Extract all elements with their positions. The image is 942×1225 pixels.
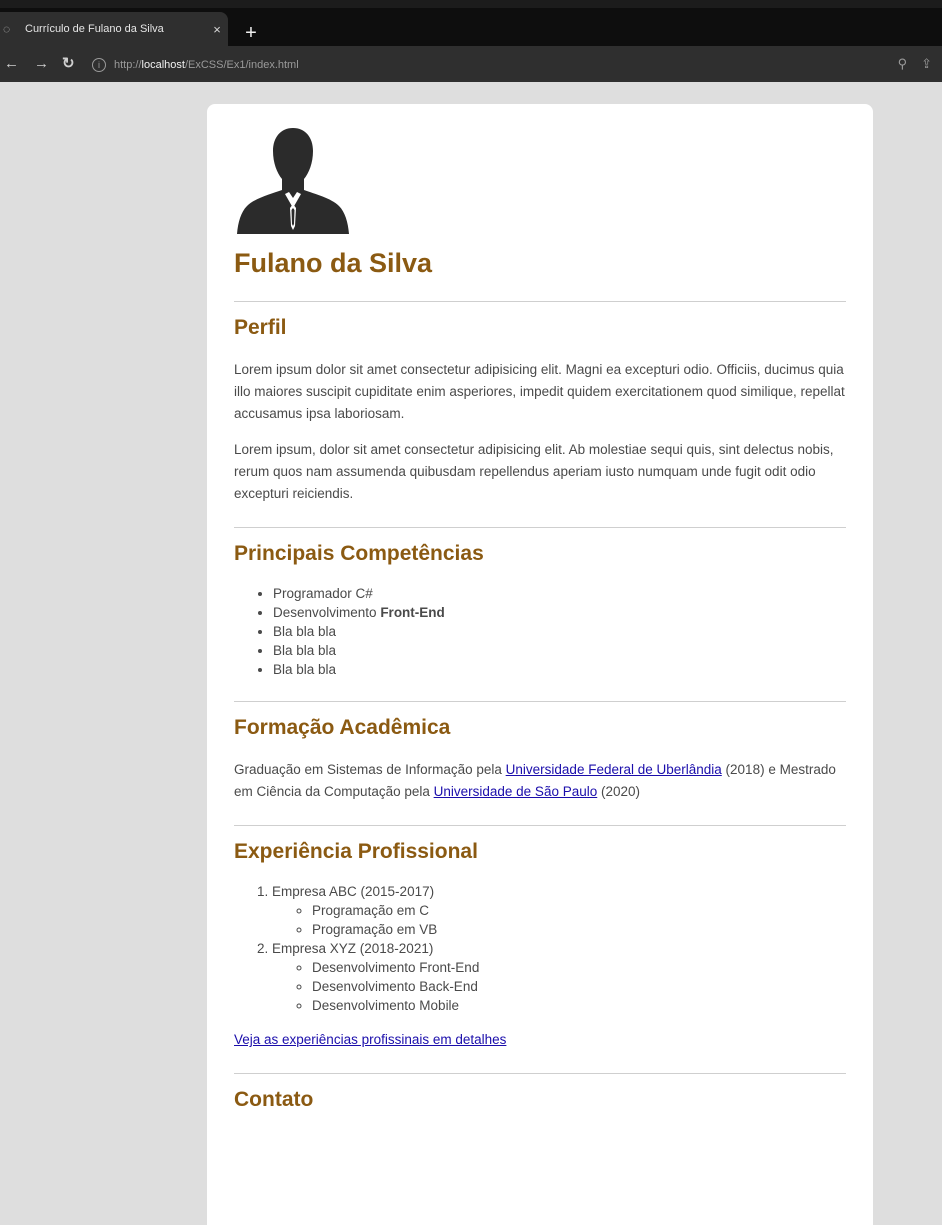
list-item: Desenvolvimento Mobile xyxy=(312,996,846,1015)
list-item: Desenvolvimento Front-End xyxy=(273,603,846,622)
list-item: Desenvolvimento Back-End xyxy=(312,977,846,996)
resume-card: Fulano da Silva Perfil Lorem ipsum dolor… xyxy=(207,104,873,1225)
perfil-section: Perfil Lorem ipsum dolor sit amet consec… xyxy=(234,316,846,505)
url-path: /ExCSS/Ex1/index.html xyxy=(184,59,299,71)
info-icon[interactable]: i xyxy=(92,58,106,72)
list-item-text: Desenvolvimento xyxy=(273,605,381,620)
formacao-heading: Formação Acadêmica xyxy=(234,716,451,739)
divider xyxy=(234,527,846,528)
job-label: Empresa XYZ (2018-2021) xyxy=(272,941,434,956)
url-host: localhost xyxy=(141,59,185,71)
experiencia-section: Experiência Profissional Empresa ABC (20… xyxy=(234,840,846,1051)
formacao-section: Formação Acadêmica Graduação em Sistemas… xyxy=(234,716,846,803)
competencias-heading: Principais Competências xyxy=(234,542,484,565)
tab-close-icon[interactable]: × xyxy=(206,22,228,37)
contato-section: Contato xyxy=(234,1088,846,1112)
job-label: Empresa ABC (2015-2017) xyxy=(272,884,435,899)
forward-arrow-icon[interactable]: → xyxy=(34,54,49,74)
job-item: Empresa ABC (2015-2017) Programação em C… xyxy=(272,882,846,939)
zoom-icon[interactable]: ⚲ xyxy=(898,56,908,72)
share-icon[interactable]: ⇪ xyxy=(921,56,932,72)
contato-heading: Contato xyxy=(234,1088,314,1111)
perfil-heading: Perfil xyxy=(234,316,287,339)
person-name: Fulano da Silva xyxy=(234,248,433,278)
formacao-text-1: Graduação em Sistemas de Informação pela xyxy=(234,762,506,777)
list-item: Bla bla bla xyxy=(273,622,846,641)
person-silhouette-icon xyxy=(237,128,349,234)
formacao-text-3: (2020) xyxy=(597,784,641,799)
skills-list: Programador C# Desenvolvimento Front-End… xyxy=(234,584,846,679)
list-item: Programação em VB xyxy=(312,920,846,939)
usp-link[interactable]: Universidade de São Paulo xyxy=(434,784,598,799)
divider xyxy=(234,825,846,826)
address-bar[interactable]: i http://localhost/ExCSS/Ex1/index.html xyxy=(92,54,912,76)
details-paragraph: Veja as experiências profissinais em det… xyxy=(234,1029,846,1051)
list-item-bold: Front-End xyxy=(380,605,445,620)
perfil-paragraph-2: Lorem ipsum, dolor sit amet consectetur … xyxy=(234,442,834,501)
browser-tab[interactable]: ◌ Currículo de Fulano da Silva × xyxy=(0,12,228,46)
job-item: Empresa XYZ (2018-2021) Desenvolvimento … xyxy=(272,939,846,1015)
url-scheme: http:// xyxy=(114,59,142,71)
reload-icon[interactable]: ↻ xyxy=(62,54,75,74)
list-item: Programação em C xyxy=(312,901,846,920)
divider xyxy=(234,301,846,302)
divider xyxy=(234,1073,846,1074)
list-item: Bla bla bla xyxy=(273,641,846,660)
divider xyxy=(234,701,846,702)
new-tab-button[interactable]: + xyxy=(239,22,263,46)
formacao-paragraph: Graduação em Sistemas de Informação pela… xyxy=(234,759,846,803)
toolbar-icons: ⚲ ⇪ xyxy=(898,56,932,72)
tab-title: Currículo de Fulano da Silva xyxy=(25,23,164,35)
browser-toolbar: ← → ↻ i http://localhost/ExCSS/Ex1/index… xyxy=(0,46,942,82)
list-item: Desenvolvimento Front-End xyxy=(312,958,846,977)
list-item: Programador C# xyxy=(273,584,846,603)
perfil-paragraph-1: Lorem ipsum dolor sit amet consectetur a… xyxy=(234,362,845,421)
list-item: Bla bla bla xyxy=(273,660,846,679)
job-tasks: Programação em C Programação em VB xyxy=(272,901,846,939)
back-arrow-icon[interactable]: ← xyxy=(4,54,19,74)
tab-strip: ◌ Currículo de Fulano da Silva × + xyxy=(0,8,942,46)
experience-details-link[interactable]: Veja as experiências profissinais em det… xyxy=(234,1032,506,1047)
experiencia-heading: Experiência Profissional xyxy=(234,840,478,863)
job-tasks: Desenvolvimento Front-End Desenvolviment… xyxy=(272,958,846,1015)
ufu-link[interactable]: Universidade Federal de Uberlândia xyxy=(506,762,722,777)
competencias-section: Principais Competências Programador C# D… xyxy=(234,542,846,679)
page-favicon: ◌ xyxy=(3,22,11,36)
browser-chrome: ◌ Currículo de Fulano da Silva × + ← → ↻… xyxy=(0,0,942,82)
experience-list: Empresa ABC (2015-2017) Programação em C… xyxy=(234,882,846,1015)
